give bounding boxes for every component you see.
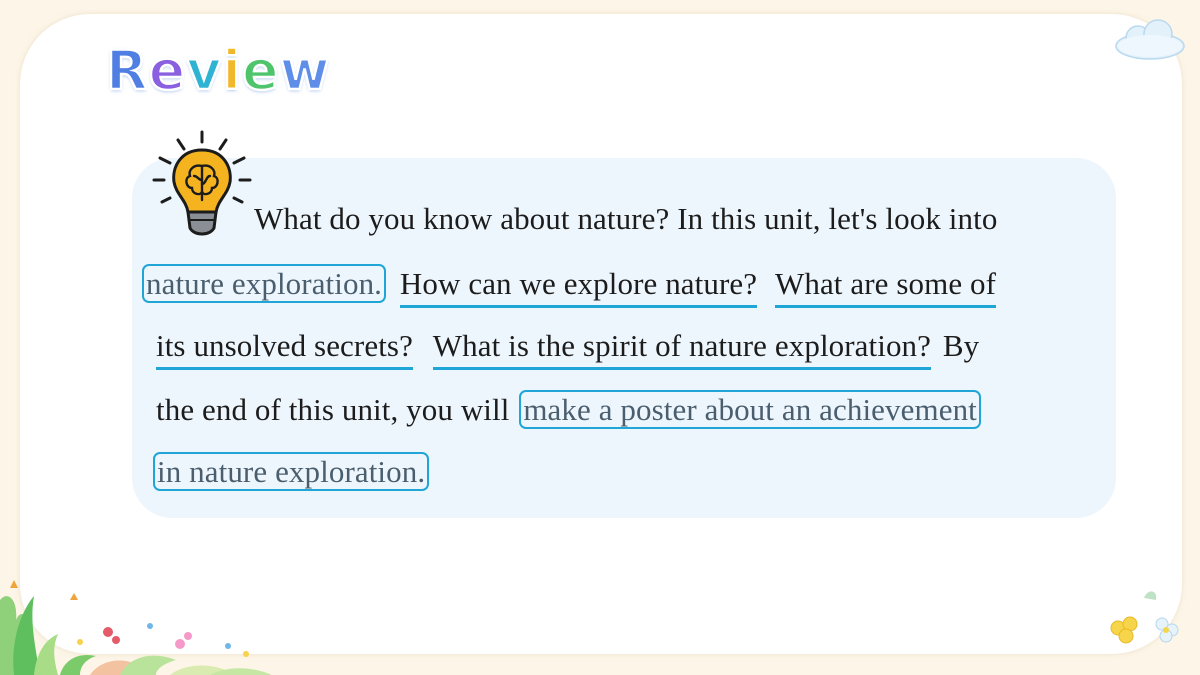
title-letter: w: [278, 38, 331, 104]
underlined-question: What are some of: [774, 266, 997, 308]
plants-decoration-icon: [0, 580, 272, 675]
text-line-5: in nature exploration.: [153, 452, 430, 492]
sentence: By: [942, 328, 980, 363]
flowers-decoration-icon: [1110, 591, 1179, 644]
sentence: the end of this unit, you will: [156, 392, 510, 427]
underlined-question: What is the spirit of nature exploration…: [432, 328, 932, 370]
title-letter: i: [221, 38, 242, 104]
lightbulb-icon: [152, 130, 252, 236]
highlight-box: in nature exploration.: [153, 452, 430, 491]
text-line-2: nature exploration. How can we explore n…: [142, 264, 997, 308]
underlined-question: its unsolved secrets?: [156, 328, 413, 370]
title-letter: e: [147, 38, 187, 104]
cloud-icon: [1115, 19, 1185, 60]
title-letter: e: [241, 38, 280, 104]
text-line-1: What do you know about nature? In this u…: [254, 199, 997, 239]
sentence: What do you know about nature? In this u…: [254, 201, 998, 236]
title-letter: R: [105, 38, 149, 104]
title-letter: v: [185, 38, 223, 104]
highlight-box: nature exploration.: [142, 264, 387, 303]
text-line-4: the end of this unit, you will make a po…: [156, 390, 981, 430]
highlight-box: make a poster about an achievement: [519, 390, 981, 429]
text-line-3: its unsolved secrets? What is the spirit…: [156, 326, 980, 370]
underlined-question: How can we explore nature?: [399, 266, 758, 308]
page-title: R e v i e w: [105, 36, 331, 106]
